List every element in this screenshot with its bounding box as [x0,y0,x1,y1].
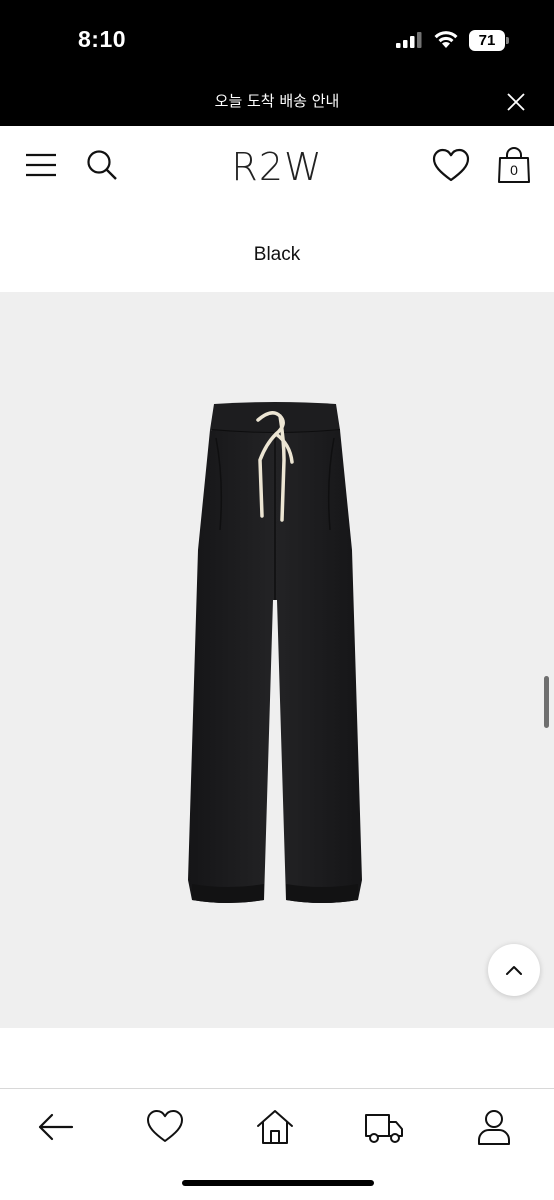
site-header: R2W 0 [0,126,554,208]
heart-icon[interactable] [145,1107,185,1147]
announcement-banner[interactable]: 오늘 도착 배송 안내 [0,82,554,126]
scrollbar[interactable] [544,676,549,728]
banner-text[interactable]: 오늘 도착 배송 안내 [0,82,554,122]
search-icon[interactable] [85,148,119,182]
home-icon[interactable] [255,1107,295,1147]
menu-icon[interactable] [25,152,57,178]
back-arrow-icon[interactable] [36,1107,76,1147]
cart-count: 0 [510,162,518,178]
battery-icon: 71 [469,30,509,51]
product-image[interactable] [0,292,554,1028]
status-time: 8:10 [78,26,127,52]
cellular-signal-icon [396,32,422,48]
chevron-up-icon [506,966,522,975]
wishlist-heart-icon[interactable] [432,148,470,182]
status-bar: 8:10 71 [0,0,554,82]
user-icon[interactable] [474,1107,514,1147]
wifi-icon [434,31,458,48]
brand-logo[interactable]: R2W [177,142,377,192]
delivery-truck-icon[interactable] [364,1107,404,1147]
product-color-name: Black [253,244,301,265]
battery-level: 71 [478,32,496,49]
pants-image [188,402,362,903]
scroll-to-top-button[interactable] [488,944,540,996]
close-icon[interactable] [504,90,528,114]
home-indicator [182,1180,374,1186]
